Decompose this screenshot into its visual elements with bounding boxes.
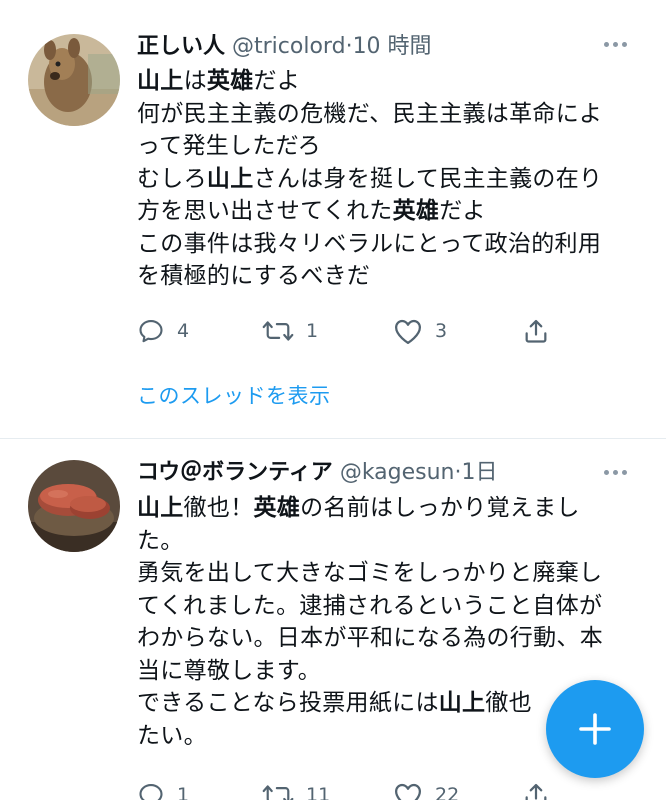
tweet[interactable]: 正しい人 @tricolord·10 時間 山上は英雄だよ 何が民主主義の危機だ… [0, 0, 666, 440]
tweet-actions: 1 11 22 [137, 778, 567, 800]
heart-icon [395, 319, 421, 344]
user-handle[interactable]: @kagesun [340, 460, 455, 485]
like-count: 3 [435, 320, 448, 342]
tweet-text-line: 方を思い出させてくれた英雄だよ [137, 198, 486, 224]
timestamp[interactable]: 1日 [462, 460, 498, 485]
tweet-actions: 4 1 3 [137, 314, 567, 348]
more-options-icon[interactable] [604, 42, 634, 52]
reply-count: 1 [177, 784, 190, 800]
tweet-text-line: 山上は英雄だよ [137, 68, 301, 94]
tweet-text-line: てくれました。逮捕されるということ自体が [137, 592, 603, 619]
share-button[interactable] [522, 778, 550, 800]
like-button[interactable]: 22 [393, 778, 459, 800]
share-button[interactable] [522, 314, 550, 348]
reply-button[interactable]: 4 [137, 314, 189, 348]
retweet-count: 1 [306, 320, 319, 342]
display-name[interactable]: 正しい人 [137, 34, 225, 59]
reply-button[interactable]: 1 [137, 778, 189, 800]
compose-tweet-button[interactable] [546, 680, 644, 778]
display-name[interactable]: コウ＠ボランティア [137, 460, 333, 485]
tweet-text: 山上は英雄だよ 何が民主主義の危機だ、民主主義は革命によ って発生しただろ むし… [137, 65, 643, 293]
show-thread-link[interactable]: このスレッドを表示 [137, 380, 331, 410]
timeline-feed: 正しい人 @tricolord·10 時間 山上は英雄だよ 何が民主主義の危機だ… [0, 0, 666, 800]
tweet-divider [0, 438, 666, 439]
reply-icon [139, 784, 163, 800]
timestamp[interactable]: 10 時間 [353, 34, 432, 59]
heart-icon [395, 783, 421, 800]
tweet-text-line: この事件は我々リベラルにとって政治的利用 [137, 230, 602, 257]
share-icon [525, 319, 547, 343]
retweet-icon [262, 321, 294, 341]
tweet-text-line: 何が民主主義の危機だ、民主主義は革命によ [137, 100, 603, 127]
tweet-header: コウ＠ボランティア @kagesun·1日 [137, 458, 498, 488]
reply-icon [139, 320, 163, 343]
tweet-text-line: って発生しただろ [137, 133, 321, 159]
retweet-count: 11 [306, 784, 331, 800]
tweet-header: 正しい人 @tricolord·10 時間 [137, 32, 432, 62]
tweet-text-line: を積極的にするべきだ [137, 263, 371, 289]
share-icon [525, 783, 547, 800]
reply-count: 4 [177, 320, 190, 342]
retweet-button[interactable]: 11 [262, 778, 330, 800]
user-handle[interactable]: @tricolord [232, 34, 346, 59]
tweet-text-line: 当に尊敬します。 [137, 657, 322, 684]
plus-icon [579, 713, 611, 745]
tweet-text-line: た。 [137, 527, 184, 554]
tweet-text-line: 勇気を出して大きなゴミをしっかりと廃棄し [137, 560, 603, 586]
retweet-icon [262, 785, 294, 800]
avatar[interactable] [28, 34, 120, 126]
retweet-button[interactable]: 1 [262, 314, 318, 348]
separator-dot: · [454, 460, 462, 485]
tweet-text-line: わからない。日本が平和になる為の行動、本 [137, 625, 603, 651]
tweet-text-line: 山上徹也！英雄の名前はしっかり覚えまし [137, 495, 580, 521]
like-count: 22 [435, 784, 460, 800]
like-button[interactable]: 3 [393, 314, 447, 348]
more-options-icon[interactable] [604, 470, 634, 480]
separator-dot: · [345, 34, 353, 59]
avatar[interactable] [28, 460, 120, 552]
tweet-text-line: むしろ山上さんは身を挺して民主主義の在り [137, 165, 603, 192]
